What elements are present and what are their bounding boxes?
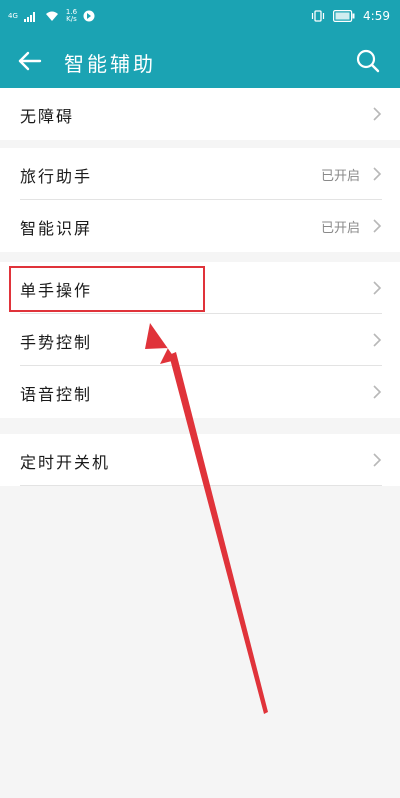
annotation-arrow [145, 323, 268, 714]
